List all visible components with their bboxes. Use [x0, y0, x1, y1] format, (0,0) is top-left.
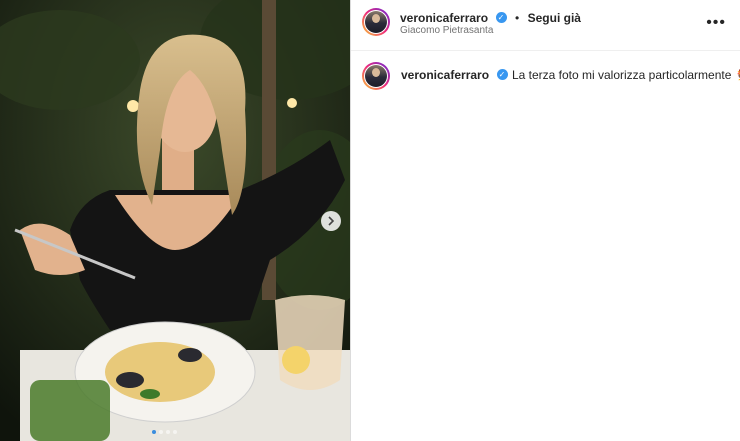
- caption-avatar[interactable]: [362, 62, 390, 90]
- caption-text: La terza foto mi valorizza particolarmen…: [511, 68, 732, 82]
- avatar-photo: [365, 65, 387, 87]
- location-link[interactable]: Giacomo Pietrasanta: [400, 25, 493, 36]
- carousel-dot: [166, 430, 170, 434]
- verified-badge-icon: ✓: [495, 12, 507, 24]
- caption-body: veronicaferraro ✓ La terza foto mi valor…: [401, 66, 740, 84]
- post-header: veronicaferraro ✓ • Segui già Giacomo Pi…: [351, 0, 740, 51]
- avatar[interactable]: [362, 8, 390, 36]
- carousel-dot: [152, 430, 156, 434]
- carousel-dot: [173, 430, 177, 434]
- following-button[interactable]: Segui già: [528, 11, 581, 25]
- carousel-next-button[interactable]: [321, 211, 341, 231]
- verified-badge-icon: ✓: [496, 69, 508, 81]
- caption-username-link[interactable]: veronicaferraro: [401, 68, 489, 82]
- rooster-emoji-icon: 🐓: [736, 68, 740, 82]
- avatar-photo: [365, 11, 387, 33]
- username-link[interactable]: veronicaferraro: [400, 11, 488, 25]
- separator: •: [514, 11, 520, 25]
- panel-divider: [350, 0, 351, 441]
- post-photo: [0, 0, 350, 441]
- post-image[interactable]: [0, 0, 350, 441]
- more-options-icon[interactable]: •••: [706, 14, 726, 32]
- carousel-dot: [159, 430, 163, 434]
- chevron-right-icon: [328, 216, 335, 226]
- carousel-indicator: [152, 430, 177, 434]
